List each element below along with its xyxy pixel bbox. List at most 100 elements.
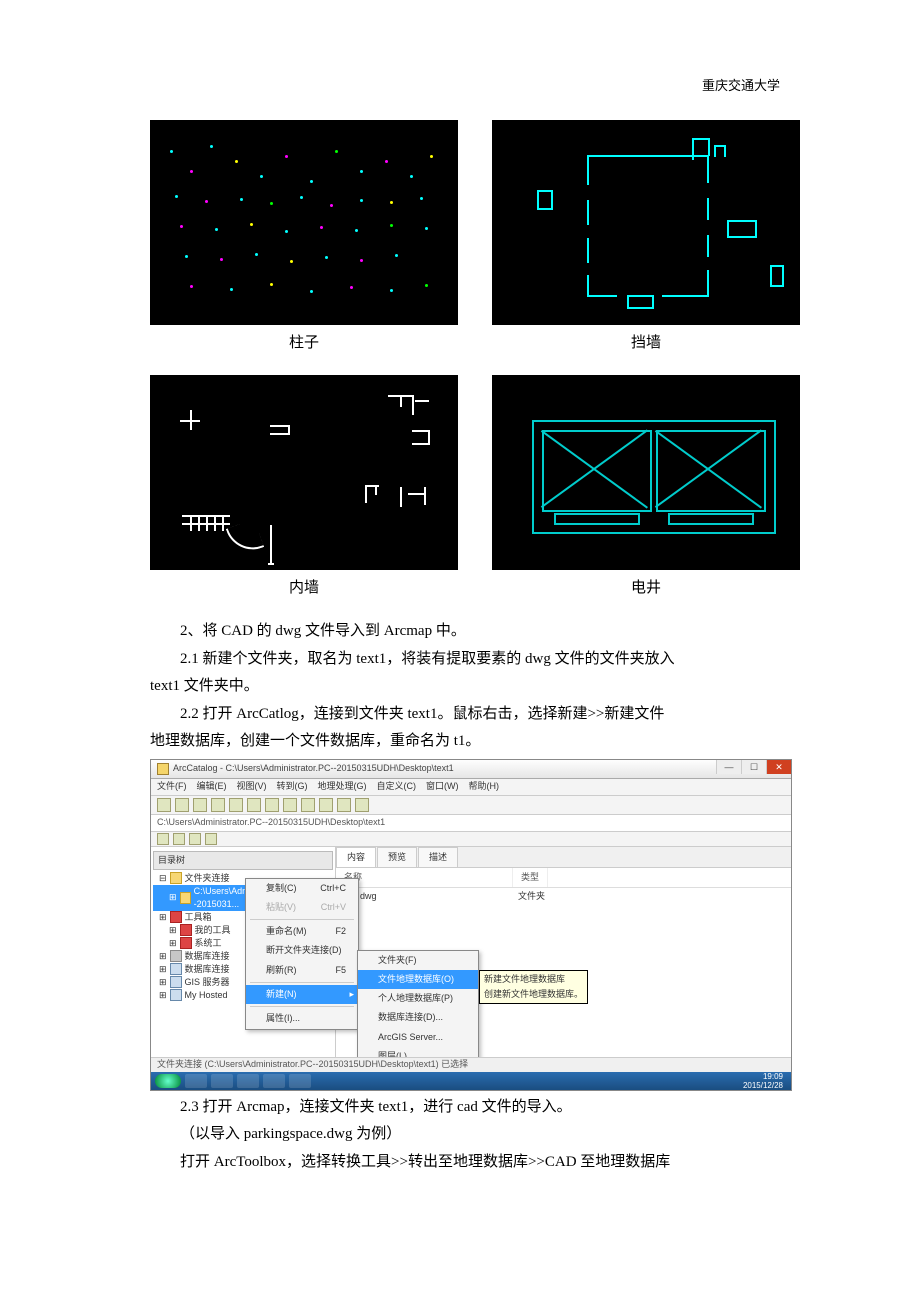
context-menu-main: 复制(C)Ctrl+C 粘贴(V)Ctrl+V 重命名(M)F2 断开文件夹连接…: [245, 878, 359, 1030]
para-example: （以导入 parkingspace.dwg 为例）: [150, 1122, 800, 1148]
toolbox-icon: [170, 911, 182, 923]
window-title: ArcCatalog - C:\Users\Administrator.PC--…: [173, 761, 454, 776]
tool-icon[interactable]: [301, 798, 315, 812]
tool-icon[interactable]: [283, 798, 297, 812]
caption-electric-well: 电井: [492, 576, 800, 602]
toolbox-icon: [180, 924, 192, 936]
window-titlebar: ArcCatalog - C:\Users\Administrator.PC--…: [151, 760, 791, 779]
ctx-rename[interactable]: 重命名(M)F2: [246, 922, 358, 941]
menu-customize[interactable]: 自定义(C): [377, 779, 417, 794]
tab-preview[interactable]: 预览: [377, 847, 417, 867]
maximize-button[interactable]: ☐: [741, 760, 766, 774]
caption-row-1: 柱子 挡墙: [150, 331, 800, 357]
menu-file[interactable]: 文件(F): [157, 779, 187, 794]
menu-window[interactable]: 窗口(W): [426, 779, 459, 794]
body-text: 2、将 CAD 的 dwg 文件导入到 Arcmap 中。 2.1 新建个文件夹…: [150, 619, 800, 755]
tool-icon[interactable]: [229, 798, 243, 812]
connection-icon: [170, 963, 182, 975]
tool-icon[interactable]: [193, 798, 207, 812]
ctx-new-pgdb[interactable]: 个人地理数据库(P): [358, 989, 478, 1008]
list-item[interactable]: dwg 文件夹: [336, 888, 791, 905]
taskbar-button[interactable]: [289, 1074, 311, 1088]
toolbar-2: [151, 832, 791, 847]
figure-pillars: [150, 120, 458, 325]
taskbar-button[interactable]: [211, 1074, 233, 1088]
tool-icon[interactable]: [211, 798, 225, 812]
figure-row-1: [150, 120, 800, 325]
status-bar: 文件夹连接 (C:\Users\Administrator.PC--201503…: [151, 1057, 791, 1072]
tool-icon[interactable]: [337, 798, 351, 812]
tool-icon[interactable]: [319, 798, 333, 812]
figure-retaining-wall: [492, 120, 800, 325]
close-button[interactable]: ✕: [766, 760, 791, 774]
server-icon: [170, 976, 182, 988]
ctx-copy[interactable]: 复制(C)Ctrl+C: [246, 879, 358, 898]
para-2: 2、将 CAD 的 dwg 文件导入到 Arcmap 中。: [150, 619, 800, 645]
taskbar: 19:09 2015/12/28: [151, 1072, 791, 1090]
start-button[interactable]: [155, 1074, 181, 1088]
tool-icon[interactable]: [247, 798, 261, 812]
ctx-new-fgdb[interactable]: 文件地理数据库(O): [358, 970, 478, 989]
ctx-new-folder[interactable]: 文件夹(F): [358, 951, 478, 970]
figure-interior-wall: [150, 375, 458, 570]
tree-title: 目录树: [153, 851, 333, 870]
list-header: 名称 类型: [336, 868, 791, 888]
tab-contents[interactable]: 内容: [336, 847, 376, 867]
item-type: 文件夹: [518, 889, 545, 904]
toolbox-icon: [180, 937, 192, 949]
ctx-new[interactable]: 新建(N)▸: [246, 985, 358, 1004]
toolbar-1: [151, 796, 791, 815]
para-2-1a: 2.1 新建个文件夹，取名为 text1，将装有提取要素的 dwg 文件的文件夹…: [150, 647, 800, 673]
ctx-new-server[interactable]: ArcGIS Server...: [358, 1028, 478, 1047]
address-bar[interactable]: C:\Users\Administrator.PC--20150315UDH\D…: [151, 815, 791, 832]
ctx-new-dbconn[interactable]: 数据库连接(D)...: [358, 1008, 478, 1027]
para-2-1b: text1 文件夹中。: [150, 674, 800, 700]
cloud-icon: [170, 989, 182, 1001]
menu-help[interactable]: 帮助(H): [469, 779, 500, 794]
page-header-university: 重庆交通大学: [702, 75, 780, 97]
item-name: dwg: [360, 889, 514, 904]
caption-pillars: 柱子: [150, 331, 458, 357]
taskbar-button[interactable]: [185, 1074, 207, 1088]
tooltip-line2: 创建新文件地理数据库。: [484, 987, 583, 1002]
taskbar-button[interactable]: [263, 1074, 285, 1088]
caption-retaining-wall: 挡墙: [492, 331, 800, 357]
tab-description[interactable]: 描述: [418, 847, 458, 867]
tool-icon[interactable]: [157, 798, 171, 812]
content-tabs: 内容 预览 描述: [336, 847, 791, 868]
para-2-3: 2.3 打开 Arcmap，连接文件夹 text1，进行 cad 文件的导入。: [150, 1095, 800, 1121]
tool-icon[interactable]: [355, 798, 369, 812]
tool-icon[interactable]: [265, 798, 279, 812]
database-icon: [170, 950, 182, 962]
window-buttons: — ☐ ✕: [716, 760, 791, 774]
document-page: 重庆交通大学: [0, 0, 920, 1302]
taskbar-button[interactable]: [237, 1074, 259, 1088]
tool-icon[interactable]: [205, 833, 217, 845]
tool-icon[interactable]: [189, 833, 201, 845]
ctx-properties[interactable]: 属性(I)...: [246, 1009, 358, 1028]
tool-icon[interactable]: [173, 833, 185, 845]
figure-row-2: [150, 375, 800, 570]
ctx-disconnect[interactable]: 断开文件夹连接(D): [246, 941, 358, 960]
menu-view[interactable]: 视图(V): [237, 779, 267, 794]
menu-goto[interactable]: 转到(G): [277, 779, 308, 794]
tool-icon[interactable]: [175, 798, 189, 812]
folder-icon: [180, 892, 191, 904]
menu-edit[interactable]: 编辑(E): [197, 779, 227, 794]
tooltip-line1: 新建文件地理数据库: [484, 972, 583, 987]
caption-row-2: 内墙 电井: [150, 576, 800, 602]
tool-icon[interactable]: [157, 833, 169, 845]
ctx-paste[interactable]: 粘贴(V)Ctrl+V: [246, 898, 358, 917]
ctx-refresh[interactable]: 刷新(R)F5: [246, 961, 358, 980]
para-arctoolbox: 打开 ArcToolbox，选择转换工具>>转出至地理数据库>>CAD 至地理数…: [150, 1150, 800, 1176]
body-text-2: 2.3 打开 Arcmap，连接文件夹 text1，进行 cad 文件的导入。 …: [150, 1095, 800, 1176]
col-name[interactable]: 名称: [336, 868, 513, 887]
menu-geoprocessing[interactable]: 地理处理(G): [318, 779, 367, 794]
col-type[interactable]: 类型: [513, 868, 548, 887]
menu-bar: 文件(F) 编辑(E) 视图(V) 转到(G) 地理处理(G) 自定义(C) 窗…: [151, 779, 791, 796]
taskbar-clock[interactable]: 19:09 2015/12/28: [743, 1072, 787, 1090]
arccatalog-screenshot: ArcCatalog - C:\Users\Administrator.PC--…: [150, 759, 792, 1091]
tooltip: 新建文件地理数据库 创建新文件地理数据库。: [479, 970, 588, 1005]
minimize-button[interactable]: —: [716, 760, 741, 774]
app-icon: [157, 763, 169, 775]
